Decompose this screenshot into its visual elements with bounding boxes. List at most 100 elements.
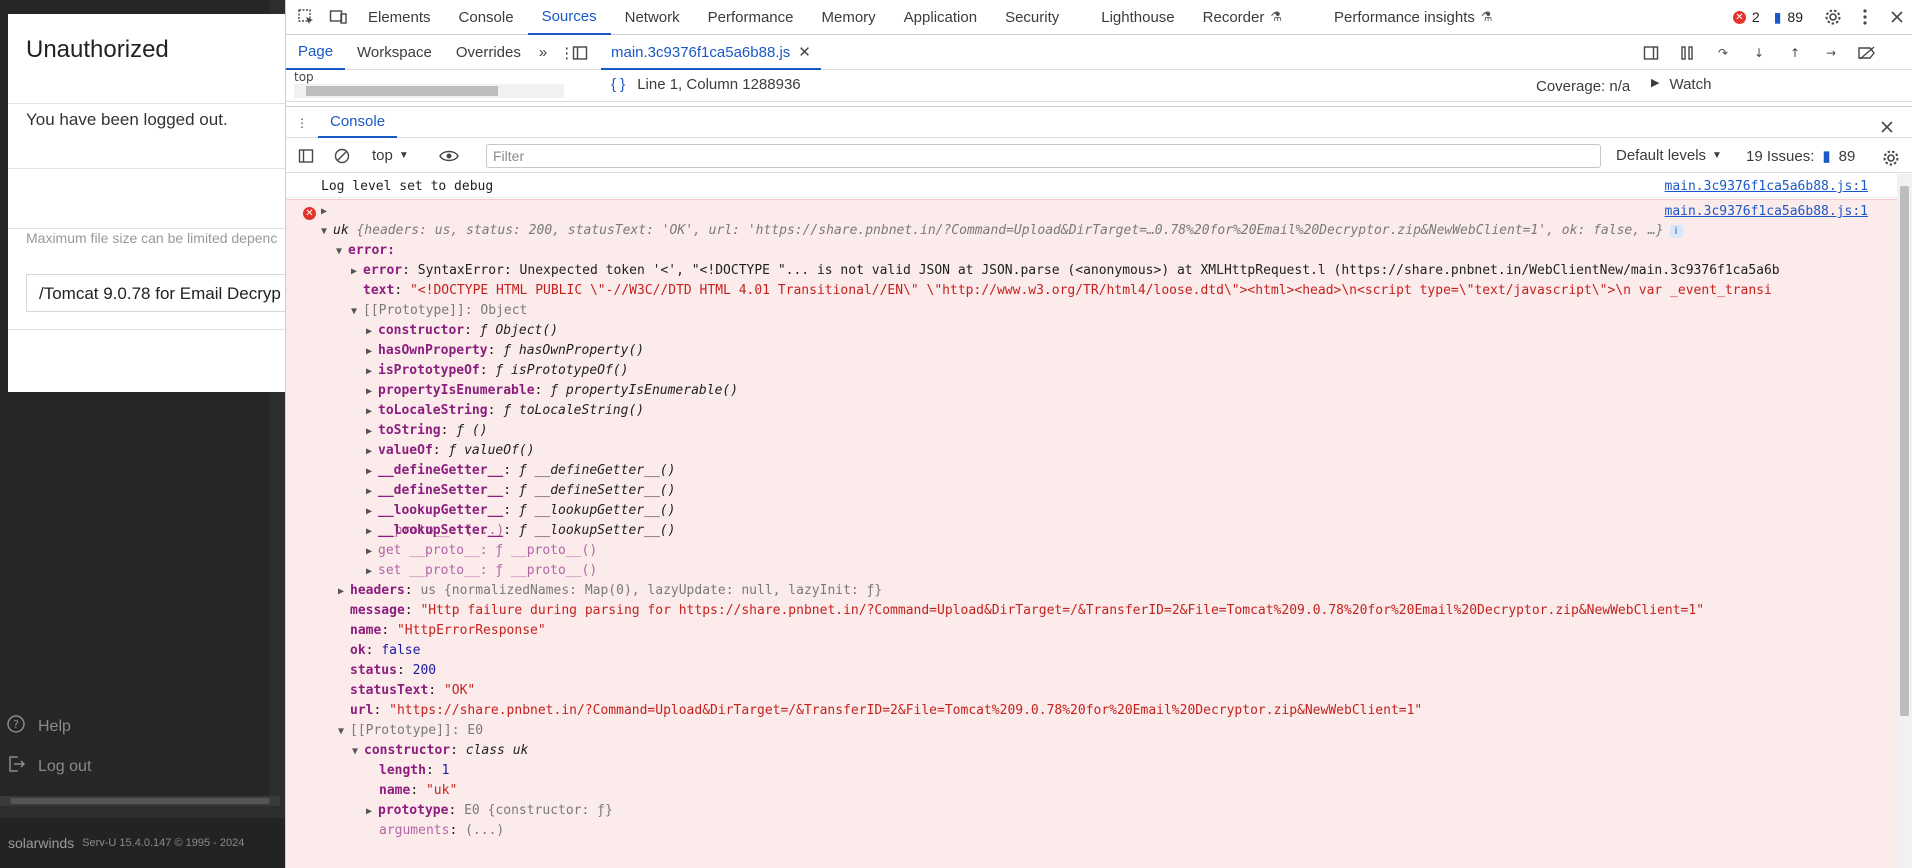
sources-status-row: top { } Line 1, Column 1288936 Coverage:… [286,70,1912,102]
prop-get-proto[interactable]: ▶ get __proto__: ƒ __proto__() [366,541,597,561]
help-icon: ? [6,714,26,739]
tab-performance-insights-label: Performance insights [1334,8,1475,26]
drawer-tab-console[interactable]: Console [318,106,398,138]
console-toolbar: top ▼ Filter Default levels ▼ 19 Issues:… [286,139,1912,173]
prototype-entry[interactable]: ▶ toString: ƒ () [366,421,488,441]
devtools-panel: Elements Console Sources Network Perform… [285,0,1912,868]
subtab-workspace[interactable]: Workspace [345,36,444,70]
web-app-area: ? Help Log out solarwinds Serv-U 15.4.0.… [0,0,285,868]
source-link[interactable]: main.3c9376f1ca5a6b88.js:1 [1665,204,1869,219]
console-sidebar-icon[interactable] [290,140,322,172]
console-scrollbar[interactable] [1897,174,1912,868]
drawer-menu-icon[interactable]: ⋮ [286,107,318,139]
info-message-text: Log level set to debug [321,179,494,194]
clear-console-icon[interactable] [326,140,358,172]
close-icon[interactable]: ✕ [798,43,811,61]
toggle-debugger-icon[interactable] [1635,37,1667,69]
prototype-entry[interactable]: ▶ __defineSetter__: ƒ __defineSetter__() [366,481,675,501]
source-link[interactable]: main.3c9376f1ca5a6b88.js:1 [1665,179,1869,194]
issue-counters[interactable]: ✕ 2 ▮ 89 [1732,9,1803,26]
prop-message: message: "Http failure during parsing fo… [350,603,1705,618]
navigator-scrollbar[interactable] [294,84,564,98]
subtab-page[interactable]: Page [286,36,346,70]
prototype-entry[interactable]: ▶ __lookupGetter__: ƒ __lookupGetter__() [366,501,675,521]
context-select[interactable]: top ▼ [362,147,419,164]
prototype-entry[interactable]: ▶ __defineGetter__: ƒ __defineGetter__() [366,461,675,481]
message-icon: ▮ [1822,148,1831,165]
sidebar-scrollbar[interactable] [0,796,280,806]
step-icon[interactable]: → [1815,37,1847,69]
prototype-entry[interactable]: ▶ propertyIsEnumerable: ƒ propertyIsEnume… [366,381,738,401]
prop-statustext: statusText: "OK" [350,683,476,698]
console-settings-gear-icon[interactable] [1875,142,1907,174]
prop-length: length: 1 [379,763,450,778]
pretty-print-icon[interactable]: { } [611,76,625,93]
tree-top-item[interactable]: top [294,70,314,84]
more-menu-icon[interactable] [1849,1,1881,33]
prop-arguments: arguments: (...) [379,823,505,838]
tab-recorder[interactable]: Recorder ⚗ [1189,0,1286,35]
file-path-field[interactable]: /Tomcat 9.0.78 for Email Decryp [26,274,285,312]
prop-error-error[interactable]: ▶ error: SyntaxError: Unexpected token '<… [351,261,1780,281]
step-into-icon[interactable]: ↓ [1743,37,1775,69]
nav-help[interactable]: ? Help [6,714,71,739]
device-toolbar-icon[interactable] [322,1,354,33]
tab-network[interactable]: Network [611,0,694,35]
watch-section[interactable]: ▶ Watch [1651,76,1711,93]
tab-performance[interactable]: Performance [694,0,808,35]
prototype-entry[interactable]: ▶ isPrototypeOf: ƒ isPrototypeOf() [366,361,628,381]
prototype-entry[interactable]: ▶ constructor: ƒ Object() [366,321,558,341]
issues-counter[interactable]: 19 Issues: ▮ 89 [1746,147,1855,166]
version-text: Serv-U 15.4.0.147 © 1995 - 2024 [82,837,245,849]
tab-elements[interactable]: Elements [354,0,445,35]
prototype-entry[interactable]: ▶ toLocaleString: ƒ toLocaleString() [366,401,644,421]
tab-lighthouse[interactable]: Lighthouse [1087,0,1188,35]
step-out-icon[interactable]: ↑ [1779,37,1811,69]
context-select-value: top [372,147,393,164]
cursor-position: Line 1, Column 1288936 [637,76,801,93]
prop-prototype-e0[interactable]: ▼ [[Prototype]]: E0 [338,721,483,741]
tab-application[interactable]: Application [890,0,991,35]
chevron-right-icon: ▶ [1651,77,1660,89]
prop-set-proto[interactable]: ▶ set __proto__: ƒ __proto__() [366,561,597,581]
subtab-overrides[interactable]: Overrides [444,36,533,70]
prototype-entry[interactable]: ▶ valueOf: ƒ valueOf() [366,441,535,461]
expand-arrow-icon[interactable]: ▶ [321,201,333,221]
live-expression-eye-icon[interactable] [433,140,465,172]
app-footer: solarwinds Serv-U 15.4.0.147 © 1995 - 20… [0,818,285,868]
nav-logout[interactable]: Log out [6,754,91,779]
console-messages: Log level set to debug main.3c9376f1ca5a… [286,174,1898,868]
flask-icon: ⚗ [1270,9,1283,24]
prototype-entry[interactable]: ▶ hasOwnProperty: ƒ hasOwnProperty() [366,341,644,361]
tab-sources[interactable]: Sources [527,0,611,35]
prop-name: name: "HttpErrorResponse" [350,623,546,638]
debugger-controls: ↷ ↓ ↑ → [1635,36,1883,70]
tab-performance-insights[interactable]: Performance insights ⚗ [1320,0,1507,35]
console-filter-input[interactable]: Filter [486,144,1601,168]
prop-error[interactable]: ▼ error: [336,241,395,261]
prop-status: status: 200 [350,663,437,678]
prop-prototype-object[interactable]: ▼ [[Prototype]]: Object [351,301,527,321]
prop-headers[interactable]: ▶ headers: us {normalizedNames: Map(0), l… [338,581,882,601]
log-levels-dropdown[interactable]: Default levels ▼ [1616,147,1722,164]
step-over-icon[interactable]: ↷ [1707,37,1739,69]
message-count: 89 [1787,9,1803,25]
prop-constructor[interactable]: ▼ constructor: class uk [352,741,528,761]
open-file-tab[interactable]: main.3c9376f1ca5a6b88.js ✕ [601,36,821,70]
info-icon[interactable]: i [1669,225,1683,238]
nav-help-label: Help [38,717,71,735]
settings-gear-icon[interactable] [1817,1,1849,33]
pause-icon[interactable] [1671,37,1703,69]
deactivate-breakpoints-icon[interactable] [1851,37,1883,69]
inspect-element-icon[interactable] [290,1,322,33]
prop-proto: __proto__: (...) [379,523,505,538]
close-devtools-icon[interactable] [1881,1,1912,33]
prop-prototype[interactable]: ▶ prototype: E0 {constructor: ƒ} [366,801,613,821]
toggle-navigator-icon[interactable] [564,37,596,69]
tab-security[interactable]: Security [991,0,1087,35]
more-tabs-icon[interactable]: » [533,36,553,70]
error-object-summary[interactable]: ▼ uk {headers: us, status: 200, statusTex… [321,221,1683,241]
tab-memory[interactable]: Memory [808,0,890,35]
svg-text:?: ? [13,718,19,731]
tab-console[interactable]: Console [445,0,528,35]
